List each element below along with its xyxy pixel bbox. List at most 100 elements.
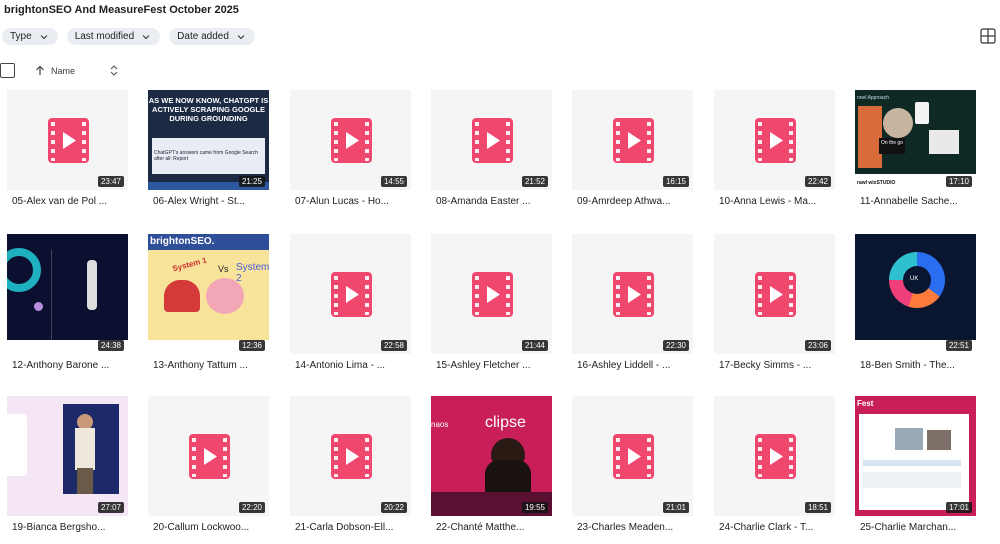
file-thumbnail: 18:51	[714, 396, 835, 516]
file-name: 19-Bianca Bergsho...	[12, 522, 106, 533]
file-tile[interactable]: brightonSEO. System 1 Vs System 2 12:36 1…	[148, 234, 269, 371]
duration-badge: 23:06	[804, 340, 831, 351]
file-thumbnail: 21:44	[431, 234, 552, 354]
duration-badge: 20:22	[380, 502, 407, 513]
video-file-icon	[754, 118, 796, 163]
file-thumbnail: Fest 17:01	[855, 396, 976, 516]
thumbnail-text: Vs	[218, 264, 229, 274]
duration-badge: 24:38	[97, 340, 124, 351]
video-file-icon	[188, 434, 230, 479]
file-name: 18-Ben Smith - The...	[860, 360, 955, 371]
file-tile[interactable]: 16:15 09-Amrdeep Athwa...	[572, 90, 693, 207]
file-tile[interactable]: 23:06 17-Becky Simms - ...	[714, 234, 835, 371]
duration-badge: 12:36	[238, 340, 265, 351]
file-name: 21-Carla Dobson-Ell...	[295, 522, 394, 533]
duration-badge: 22:42	[804, 176, 831, 187]
duration-badge: 22:51	[945, 340, 972, 351]
video-file-icon	[612, 118, 654, 163]
file-thumbnail: brightonSEO. System 1 Vs System 2 12:36	[148, 234, 269, 354]
file-name: 05-Alex van de Pol ...	[12, 196, 108, 207]
duration-badge: 21:01	[662, 502, 689, 513]
file-name: 17-Becky Simms - ...	[719, 360, 812, 371]
thumbnail-text: rawl wixSTUDIO	[857, 180, 896, 186]
file-tile[interactable]: 22:42 10-Anna Lewis - Ma...	[714, 90, 835, 207]
file-tile[interactable]: AS WE NOW KNOW, CHATGPT IS ACTIVELY SCRAP…	[148, 90, 269, 207]
file-tile[interactable]: 23:47 05-Alex van de Pol ...	[7, 90, 128, 207]
file-name: 12-Anthony Barone ...	[12, 360, 110, 371]
file-thumbnail: 22:58	[290, 234, 411, 354]
file-name: 10-Anna Lewis - Ma...	[719, 196, 817, 207]
video-file-icon	[612, 272, 654, 317]
file-name: 14-Antonio Lima - ...	[295, 360, 386, 371]
file-tile[interactable]: 24:38 12-Anthony Barone ...	[7, 234, 128, 371]
duration-badge: 22:30	[662, 340, 689, 351]
thumbnail-text: System 1	[171, 255, 208, 274]
file-thumbnail: 22:42	[714, 90, 835, 190]
duration-badge: 21:25	[238, 176, 265, 187]
video-file-icon	[612, 434, 654, 479]
file-thumbnail: 23:06	[714, 234, 835, 354]
file-tile[interactable]: 21:52 08-Amanda Easter ...	[431, 90, 552, 207]
file-thumbnail: 20:22	[290, 396, 411, 516]
file-name: 16-Ashley Liddell - ...	[577, 360, 671, 371]
file-tile[interactable]: UK 22:51 18-Ben Smith - The...	[855, 234, 976, 371]
duration-badge: 17:01	[945, 502, 972, 513]
file-thumbnail: AS WE NOW KNOW, CHATGPT IS ACTIVELY SCRAP…	[148, 90, 269, 190]
file-thumbnail: clipse naos 19:55	[431, 396, 552, 516]
duration-badge: 23:47	[97, 176, 124, 187]
thumbnail-text: System 2	[236, 262, 269, 284]
file-tile[interactable]: 20:22 21-Carla Dobson-Ell...	[290, 396, 411, 533]
file-name: 06-Alex Wright - St...	[153, 196, 246, 207]
duration-badge: 18:51	[804, 502, 831, 513]
file-name: 13-Anthony Tattum ...	[153, 360, 248, 371]
video-file-icon	[754, 272, 796, 317]
thumbnail-text: ChatGPT's answers came from Google Searc…	[154, 150, 259, 162]
video-file-icon	[754, 434, 796, 479]
video-file-icon	[471, 118, 513, 163]
file-thumbnail: 27:07	[7, 396, 128, 516]
file-tile[interactable]: 14:55 07-Alun Lucas - Ho...	[290, 90, 411, 207]
file-name: 22-Chanté Matthe...	[436, 522, 525, 533]
file-tile[interactable]: clipse naos 19:55 22-Chanté Matthe...	[431, 396, 552, 533]
thumbnail-text: AS WE NOW KNOW, CHATGPT IS	[148, 96, 269, 105]
file-tile[interactable]: 21:44 15-Ashley Fletcher ...	[431, 234, 552, 371]
thumbnail-text: nnel Approach	[857, 95, 889, 101]
video-file-icon	[330, 118, 372, 163]
video-file-icon	[330, 272, 372, 317]
duration-badge: 19:55	[521, 502, 548, 513]
file-thumbnail: 24:38	[7, 234, 128, 354]
file-tile[interactable]: 27:07 19-Bianca Bergsho...	[7, 396, 128, 533]
thumb-headline: AS WE NOW KNOW, CHATGPT IS ACTIVELY SCRAP…	[148, 96, 269, 123]
file-thumbnail: 14:55	[290, 90, 411, 190]
file-name: 23-Charles Meaden...	[577, 522, 674, 533]
file-name: 25-Charlie Marchan...	[860, 522, 957, 533]
thumbnail-text: On the go	[879, 138, 905, 154]
duration-badge: 22:58	[380, 340, 407, 351]
file-tile[interactable]: 22:20 20-Callum Lockwoo...	[148, 396, 269, 533]
thumbnail-text: ACTIVELY SCRAPING GOOGLE	[152, 105, 265, 114]
file-tile[interactable]: Fest 17:01 25-Charlie Marchan...	[855, 396, 976, 533]
file-thumbnail: 22:20	[148, 396, 269, 516]
file-grid: 23:47 05-Alex van de Pol ... AS WE NOW KN…	[0, 0, 1000, 544]
thumbnail-text: clipse	[485, 414, 526, 431]
file-name: 20-Callum Lockwoo...	[153, 522, 250, 533]
file-thumbnail: 22:30	[572, 234, 693, 354]
thumbnail-text: UK	[910, 276, 919, 282]
thumbnail-text: brightonSEO.	[150, 236, 215, 247]
file-tile[interactable]: 22:30 16-Ashley Liddell - ...	[572, 234, 693, 371]
file-thumbnail: UK 22:51	[855, 234, 976, 354]
file-name: 15-Ashley Fletcher ...	[436, 360, 531, 371]
video-file-icon	[47, 118, 89, 163]
file-tile[interactable]: 18:51 24-Charlie Clark - T...	[714, 396, 835, 533]
duration-badge: 21:44	[521, 340, 548, 351]
duration-badge: 22:20	[238, 502, 265, 513]
file-thumbnail: 21:01	[572, 396, 693, 516]
video-file-icon	[471, 272, 513, 317]
thumbnail-text: DURING GROUNDING	[169, 114, 248, 123]
video-file-icon	[330, 434, 372, 479]
file-tile[interactable]: 22:58 14-Antonio Lima - ...	[290, 234, 411, 371]
duration-badge: 27:07	[97, 502, 124, 513]
file-name: 11-Annabelle Sache...	[860, 196, 958, 207]
file-tile[interactable]: 21:01 23-Charles Meaden...	[572, 396, 693, 533]
file-tile[interactable]: nnel Approach On the go rawl wixSTUDIO 1…	[855, 90, 976, 207]
